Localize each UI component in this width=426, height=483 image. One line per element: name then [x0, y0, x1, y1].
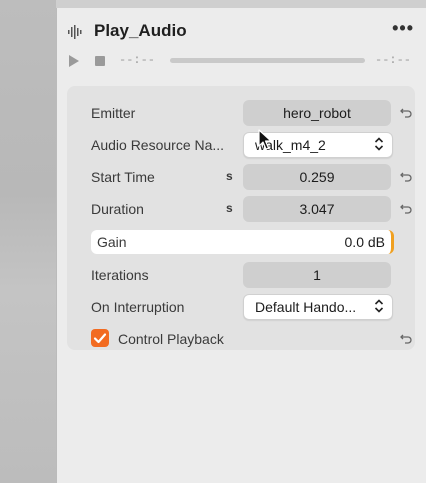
reset-icon[interactable] — [400, 106, 412, 118]
duration-row: Duration s 3.047 — [67, 196, 415, 222]
duration-unit: s — [226, 201, 233, 215]
waveform-icon — [68, 25, 82, 39]
inspector-panel: Play_Audio ••• --:-- --:-- Emitter hero_… — [57, 8, 426, 483]
reset-icon[interactable] — [400, 202, 412, 214]
control-playback-label: Control Playback — [118, 331, 224, 347]
on-interruption-select[interactable]: Default Hando... — [243, 294, 393, 320]
audio-resource-label: Audio Resource Na... — [91, 137, 225, 153]
iterations-label: Iterations — [91, 267, 149, 283]
control-playback-checkbox[interactable] — [91, 329, 109, 347]
duration-field[interactable]: 3.047 — [243, 196, 391, 222]
reset-icon[interactable] — [400, 170, 412, 182]
playback-scrubber[interactable] — [170, 58, 365, 63]
checkmark-icon — [93, 333, 107, 344]
start-time-row: Start Time s 0.259 — [67, 164, 415, 190]
duration-label: Duration — [91, 201, 144, 217]
iterations-row: Iterations 1 — [67, 262, 415, 288]
on-interruption-row: On Interruption Default Hando... — [67, 294, 415, 320]
gain-slider[interactable]: Gain 0.0 dB — [91, 230, 394, 254]
gain-row: Gain 0.0 dB — [67, 230, 415, 256]
emitter-field[interactable]: hero_robot — [243, 100, 391, 126]
panel-top-border — [56, 0, 426, 8]
emitter-row: Emitter hero_robot — [67, 100, 415, 126]
time-end: --:-- — [375, 53, 412, 67]
chevron-updown-icon — [374, 299, 384, 313]
chevron-updown-icon — [374, 137, 384, 151]
mouse-cursor-icon — [258, 129, 272, 150]
properties-card: Emitter hero_robot Audio Resource Na... … — [67, 86, 415, 350]
iterations-field[interactable]: 1 — [243, 262, 391, 288]
control-playback-row: Control Playback — [67, 326, 415, 352]
page-title: Play_Audio — [94, 21, 187, 40]
on-interruption-value: Default Hando... — [255, 299, 357, 315]
gain-value: 0.0 dB — [344, 234, 385, 250]
stop-icon[interactable] — [95, 56, 105, 66]
emitter-label: Emitter — [91, 105, 136, 121]
scene-viewport[interactable] — [0, 0, 57, 483]
on-interruption-label: On Interruption — [91, 299, 185, 315]
audio-resource-row: Audio Resource Na... walk_m4_2 — [67, 132, 415, 158]
playback-transport: --:-- --:-- — [57, 52, 426, 70]
start-time-unit: s — [226, 169, 233, 183]
start-time-field[interactable]: 0.259 — [243, 164, 391, 190]
play-icon[interactable] — [69, 55, 79, 67]
time-start: --:-- — [119, 53, 156, 67]
reset-icon[interactable] — [400, 332, 412, 344]
panel-header: Play_Audio ••• — [57, 18, 426, 46]
more-icon[interactable]: ••• — [392, 18, 414, 39]
gain-label: Gain — [97, 234, 127, 250]
start-time-label: Start Time — [91, 169, 155, 185]
